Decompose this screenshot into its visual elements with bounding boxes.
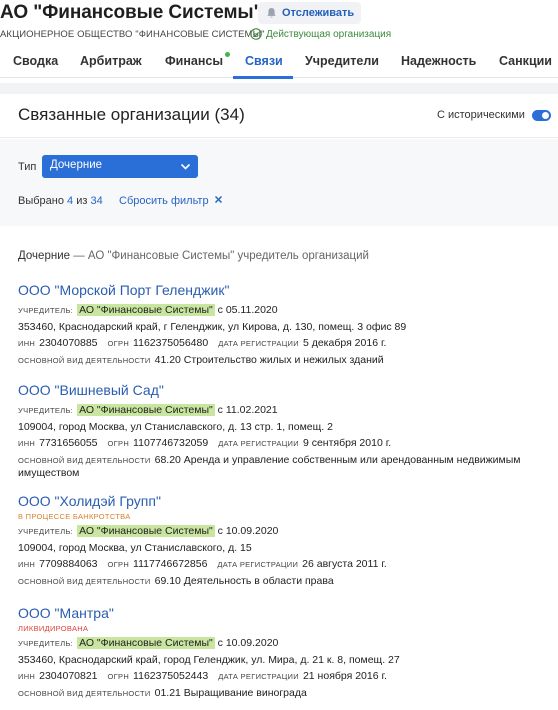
historical-label: С историческими bbox=[437, 109, 525, 121]
tab-bar: Сводка Арбитраж Финансы Связи Учредители… bbox=[0, 48, 558, 79]
chevron-down-icon bbox=[180, 163, 191, 170]
founder-link[interactable]: АО "Финансовые Системы" bbox=[77, 404, 215, 416]
org-status-badge: В ПРОЦЕССЕ БАНКРОТСТВА bbox=[18, 512, 131, 521]
activity-row: ОСНОВНОЙ ВИД ДЕЯТЕЛЬНОСТИ 69.10 Деятельно… bbox=[18, 575, 334, 587]
address: 109004, город Москва, ул Станиславского,… bbox=[18, 542, 252, 554]
active-tab-indicator bbox=[233, 76, 293, 79]
company-full-name: АКЦИОНЕРНОЕ ОБЩЕСТВО "ФИНАНСОВЫЕ СИСТЕМЫ… bbox=[0, 29, 265, 40]
tab-connections[interactable]: Связи bbox=[245, 54, 283, 68]
founder-row: УЧРЕДИТЕЛЬ: АО "Финансовые Системы" с 10.… bbox=[18, 637, 279, 649]
tab-finance[interactable]: Финансы bbox=[165, 54, 223, 68]
status-text: Действующая организация bbox=[266, 28, 392, 40]
registry-row: ИНН 2304070885 ОГРН 1162375056480 ДАТА РЕГИС… bbox=[18, 337, 387, 349]
org-card: ООО "Морской Порт Геленджик" УЧРЕДИТЕЛЬ:… bbox=[18, 282, 553, 369]
tab-founders[interactable]: Учредители bbox=[305, 54, 379, 68]
section-title: Связанные организации (34) bbox=[18, 105, 245, 124]
address: 353460, Краснодарский край, город Геленд… bbox=[18, 654, 400, 666]
activity-row: ОСНОВНОЙ ВИД ДЕЯТЕЛЬНОСТИ 01.21 Выращиван… bbox=[18, 687, 307, 699]
historical-toggle[interactable] bbox=[532, 110, 551, 121]
founder-row: УЧРЕДИТЕЛЬ: АО "Финансовые Системы" с 05.… bbox=[18, 304, 278, 316]
founder-row: УЧРЕДИТЕЛЬ: АО "Финансовые Системы" с 10.… bbox=[18, 525, 279, 537]
org-name-link[interactable]: ООО "Мантра" bbox=[18, 605, 553, 621]
bell-icon bbox=[267, 7, 276, 18]
tab-arbitration[interactable]: Арбитраж bbox=[80, 54, 142, 68]
founder-link[interactable]: АО "Финансовые Системы" bbox=[77, 304, 215, 316]
check-circle-icon bbox=[250, 28, 262, 40]
reset-filter-link[interactable]: Сбросить фильтр bbox=[119, 195, 223, 207]
type-select-value: Дочерние bbox=[50, 159, 103, 171]
company-status: Действующая организация bbox=[250, 28, 391, 40]
subsidiaries-description: Дочерние — АО "Финансовые Системы" учред… bbox=[18, 250, 369, 262]
filter-panel: Тип Дочерние Выбрано 4 из 34 Сбросить фи… bbox=[0, 139, 558, 226]
type-select[interactable]: Дочерние bbox=[42, 155, 198, 178]
registry-row: ИНН 7709884063 ОГРН 1117746672856 ДАТА РЕГИС… bbox=[18, 558, 387, 570]
tab-summary[interactable]: Сводка bbox=[13, 54, 58, 68]
separator-band bbox=[0, 83, 558, 94]
company-header: АО "Финансовые Системы" Отслеживать АКЦИ… bbox=[0, 0, 558, 83]
org-name-link[interactable]: ООО "Вишневый Сад" bbox=[18, 382, 553, 398]
registry-row: ИНН 7731656055 ОГРН 1107746732059 ДАТА РЕГИС… bbox=[18, 437, 392, 449]
tab-reliability[interactable]: Надежность bbox=[401, 54, 476, 68]
founder-row: УЧРЕДИТЕЛЬ: АО "Финансовые Системы" с 11.… bbox=[18, 404, 278, 416]
company-title: АО "Финансовые Системы" bbox=[0, 2, 263, 23]
org-name-link[interactable]: ООО "Морской Порт Геленджик" bbox=[18, 282, 553, 298]
tab-sanctions[interactable]: Санкции bbox=[499, 54, 552, 68]
org-name-link[interactable]: ООО "Холидэй Групп" bbox=[18, 493, 553, 509]
address: 353460, Краснодарский край, г Геленджик,… bbox=[18, 321, 407, 333]
selected-count: Выбрано 4 из 34 bbox=[18, 195, 103, 207]
track-button[interactable]: Отслеживать bbox=[258, 2, 362, 24]
finance-update-dot bbox=[225, 52, 230, 57]
org-card: ООО "Холидэй Групп" В ПРОЦЕССЕ БАНКРОТСТ… bbox=[18, 493, 553, 590]
activity-row: ОСНОВНОЙ ВИД ДЕЯТЕЛЬНОСТИ 41.20 Строитель… bbox=[18, 354, 384, 366]
org-status-badge: ЛИКВИДИРОВАНА bbox=[18, 624, 89, 633]
address: 109004, город Москва, ул Станиславского,… bbox=[18, 421, 333, 433]
section-header: Связанные организации (34) С исторически… bbox=[0, 94, 558, 138]
type-label: Тип bbox=[18, 161, 37, 173]
close-icon bbox=[214, 195, 222, 204]
track-label: Отслеживать bbox=[282, 7, 355, 19]
founder-link[interactable]: АО "Финансовые Системы" bbox=[77, 637, 215, 649]
org-card: ООО "Мантра" ЛИКВИДИРОВАНА УЧРЕДИТЕЛЬ: АО… bbox=[18, 605, 553, 702]
registry-row: ИНН 2304070821 ОГРН 1162375052443 ДАТА РЕГИС… bbox=[18, 670, 387, 682]
activity-row: ОСНОВНОЙ ВИД ДЕЯТЕЛЬНОСТИ 68.20 Аренда и … bbox=[18, 454, 521, 479]
org-card: ООО "Вишневый Сад" УЧРЕДИТЕЛЬ: АО "Финанс… bbox=[18, 382, 553, 480]
founder-link[interactable]: АО "Финансовые Системы" bbox=[77, 525, 215, 537]
